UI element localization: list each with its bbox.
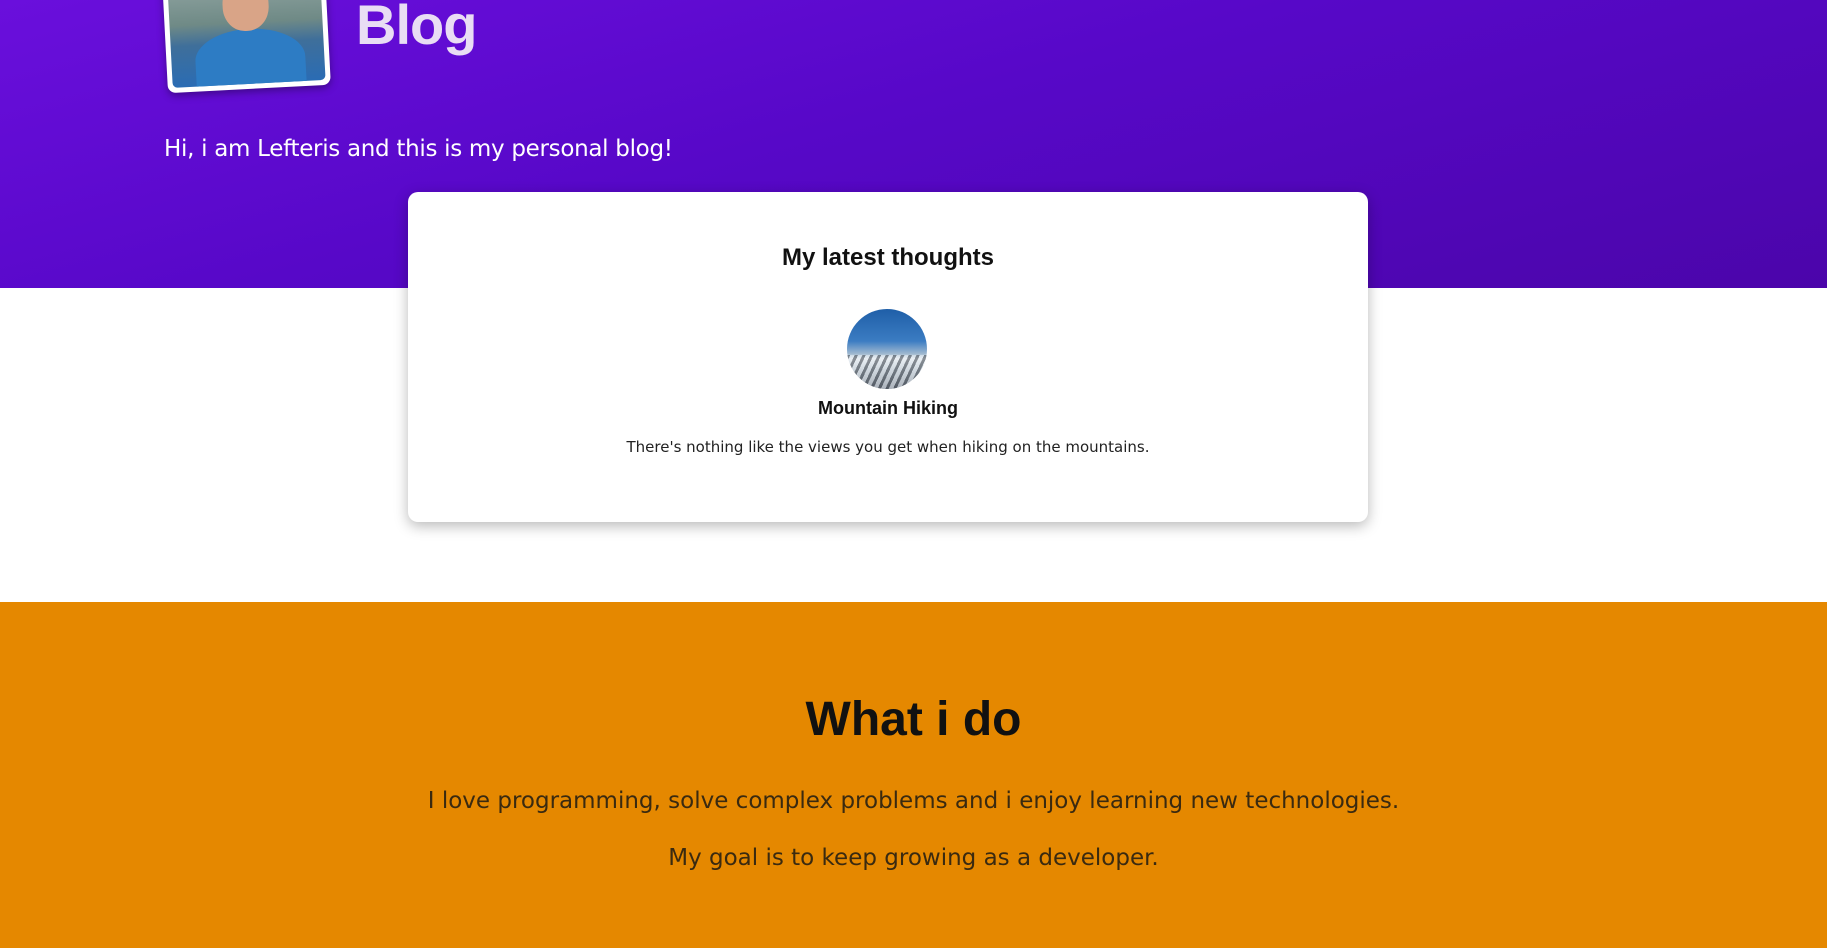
intro-text: Hi, i am Lefteris and this is my persona… — [164, 136, 673, 162]
what-i-do-text: I love programming, solve complex proble… — [427, 788, 1400, 814]
latest-posts-heading: My latest thoughts — [781, 244, 994, 271]
what-i-do-heading: What i do — [805, 693, 1022, 746]
page-title: Blog — [356, 0, 477, 56]
latest-posts-card: My latest thoughts Mountain Hiking There… — [408, 192, 1368, 522]
profile-avatar — [162, 0, 331, 94]
post-title-link[interactable]: Mountain Hiking — [408, 398, 1368, 419]
what-i-do-goal: My goal is to keep growing as a develope… — [668, 845, 1159, 871]
profile-photo — [167, 0, 326, 88]
avatar-shirt — [193, 25, 307, 88]
what-i-do-section: What i do I love programming, solve comp… — [0, 602, 1827, 948]
avatar-head — [221, 0, 270, 33]
post-thumbnail[interactable] — [847, 309, 927, 389]
post-excerpt: There's nothing like the views you get w… — [626, 438, 1150, 456]
